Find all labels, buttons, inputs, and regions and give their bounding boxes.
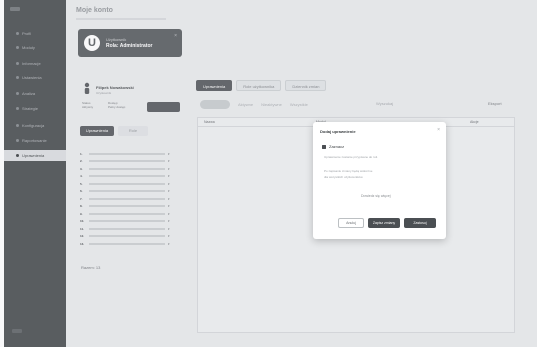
save-button[interactable]: Zapisz zmiany [368, 218, 400, 228]
apply-button[interactable]: Zastosuj [404, 218, 436, 228]
dialog-title: Dodaj uprawnienie [320, 129, 356, 134]
cancel-button[interactable]: Anuluj [338, 218, 364, 228]
dialog-text-line: dla wszystkich użytkowników. [324, 175, 364, 179]
modal-backdrop [0, 0, 537, 347]
checkbox-label: Zaznacz [329, 144, 345, 149]
add-permission-dialog: Dodaj uprawnienie × Zaznacz Uprawnienie … [313, 122, 446, 239]
dialog-footer: Anuluj Zapisz zmiany Zastosuj [338, 218, 436, 228]
dialog-checkbox[interactable]: Zaznacz [322, 144, 344, 149]
close-icon[interactable]: × [437, 127, 440, 133]
learn-more-link[interactable]: Dowiedz się więcej [361, 194, 391, 198]
dialog-text-line: Uprawnienie zostanie przypisane do roli. [324, 155, 378, 159]
checkbox-icon[interactable] [322, 144, 326, 149]
dialog-text-line: Po zapisaniu zmiany będą widoczne [324, 169, 373, 173]
